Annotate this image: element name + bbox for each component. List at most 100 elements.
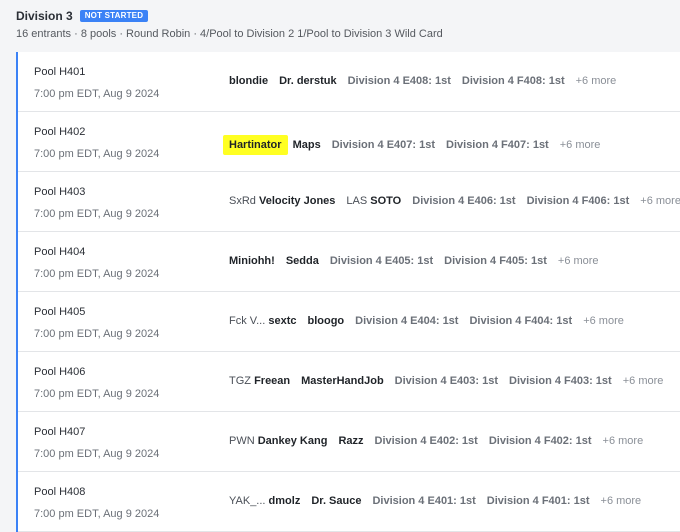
pool-entrants: blondie Dr. derstuk Division 4 E408: 1st Di… — [229, 75, 616, 87]
entrant[interactable]: Maps — [293, 139, 321, 151]
entrant-sponsor-prefix: Fck V... — [229, 315, 266, 327]
pool-name[interactable]: Pool H405 — [34, 306, 85, 318]
seed-placeholder: Division 4 F407: 1st — [446, 139, 549, 151]
entrant[interactable]: Hartinator — [223, 135, 288, 155]
entrant[interactable]: PWN Dankey Kang — [229, 435, 327, 447]
entrant[interactable]: Dr. Sauce — [311, 495, 361, 507]
entrant-name[interactable]: Miniohh! — [229, 255, 275, 267]
pool-name[interactable]: Pool H404 — [34, 246, 85, 258]
pool-name[interactable]: Pool H406 — [34, 366, 85, 378]
pool-start-time: 7:00 pm EDT, Aug 9 2024 — [34, 328, 160, 340]
entrant-sponsor-prefix: PWN — [229, 435, 255, 447]
seed-placeholder: Division 4 E403: 1st — [394, 375, 498, 387]
pool-row[interactable]: Pool H402 7:00 pm EDT, Aug 9 2024 Hartinat… — [18, 112, 680, 172]
seed-placeholder: Division 4 E407: 1st — [331, 139, 436, 151]
seed-placeholder: Division 4 F404: 1st — [469, 315, 573, 327]
status-badge: NOT STARTED — [79, 10, 149, 22]
more-entrants-link[interactable]: +6 more — [560, 139, 601, 151]
pool-name[interactable]: Pool H401 — [34, 66, 85, 78]
division-header: Division 3 NOT STARTED 16 entrants · 8 p… — [16, 8, 680, 41]
seed-placeholder: Division 4 F406: 1st — [526, 195, 630, 207]
more-entrants-link[interactable]: +6 more — [601, 495, 642, 507]
entrant[interactable]: MasterHandJob — [301, 375, 384, 387]
seed-placeholder: Division 4 F403: 1st — [509, 375, 612, 387]
entrant-name[interactable]: sextc — [268, 315, 296, 327]
pool-entrants: Miniohh! Sedda Division 4 E405: 1st Divisio… — [229, 255, 599, 267]
entrant-name[interactable]: Dankey Kang — [258, 435, 328, 447]
pool-row[interactable]: Pool H408 7:00 pm EDT, Aug 9 2024 YAK_... … — [18, 472, 680, 532]
entrant-name[interactable]: Sedda — [286, 255, 319, 267]
more-entrants-link[interactable]: +6 more — [583, 315, 624, 327]
pool-start-time: 7:00 pm EDT, Aug 9 2024 — [34, 268, 160, 280]
pool-start-time: 7:00 pm EDT, Aug 9 2024 — [34, 448, 160, 460]
entrant-name[interactable]: MasterHandJob — [301, 375, 384, 387]
pool-list: Pool H401 7:00 pm EDT, Aug 9 2024 blondie D… — [16, 52, 680, 532]
seed-placeholder: Division 4 F405: 1st — [444, 255, 547, 267]
pool-name[interactable]: Pool H402 — [34, 126, 85, 138]
seed-placeholder: Division 4 E405: 1st — [329, 255, 434, 267]
seed-placeholder: Division 4 E401: 1st — [372, 495, 476, 507]
seed-placeholder: Division 4 F401: 1st — [486, 495, 590, 507]
entrant[interactable]: blondie — [229, 75, 268, 87]
entrant-name[interactable]: SOTO — [370, 195, 401, 207]
seed-placeholder: Division 4 F408: 1st — [461, 75, 565, 87]
division-summary: 16 entrants · 8 pools · Round Robin · 4/… — [16, 28, 443, 40]
pool-row[interactable]: Pool H401 7:00 pm EDT, Aug 9 2024 blondie D… — [18, 52, 680, 112]
seed-placeholder: Division 4 F402: 1st — [488, 435, 592, 447]
entrant-name[interactable]: Dr. derstuk — [279, 75, 336, 87]
entrant[interactable]: Dr. derstuk — [279, 75, 336, 87]
pool-row[interactable]: Pool H404 7:00 pm EDT, Aug 9 2024 Miniohh!… — [18, 232, 680, 292]
pool-entrants: YAK_... dmolz Dr. Sauce Division 4 E401: 1… — [229, 495, 641, 507]
entrant-sponsor-prefix: LAS — [346, 195, 368, 207]
entrant-name[interactable]: Maps — [293, 139, 321, 151]
pool-start-time: 7:00 pm EDT, Aug 9 2024 — [34, 88, 160, 100]
pool-name[interactable]: Pool H408 — [34, 486, 85, 498]
seed-placeholder: Division 4 E408: 1st — [347, 75, 451, 87]
entrant[interactable]: SxRd Velocity Jones — [229, 195, 335, 207]
pool-name[interactable]: Pool H403 — [34, 186, 85, 198]
entrant-name[interactable]: Velocity Jones — [259, 195, 335, 207]
pool-row[interactable]: Pool H406 7:00 pm EDT, Aug 9 2024 TGZ Free… — [18, 352, 680, 412]
entrant[interactable]: Sedda — [286, 255, 319, 267]
seed-placeholder: Division 4 E406: 1st — [412, 195, 516, 207]
entrant-name[interactable]: Freean — [254, 375, 290, 387]
entrant[interactable]: Razz — [338, 435, 363, 447]
more-entrants-link[interactable]: +6 more — [640, 195, 680, 207]
pool-start-time: 7:00 pm EDT, Aug 9 2024 — [34, 208, 160, 220]
pool-row[interactable]: Pool H403 7:00 pm EDT, Aug 9 2024 SxRd Vel… — [18, 172, 680, 232]
entrant[interactable]: TGZ Freean — [229, 375, 290, 387]
entrant[interactable]: LAS SOTO — [346, 195, 401, 207]
pool-entrants: Fck V... sextc bloogo Division 4 E404: 1st… — [229, 315, 624, 327]
entrant-name[interactable]: Razz — [338, 435, 363, 447]
more-entrants-link[interactable]: +6 more — [623, 375, 664, 387]
entrant[interactable]: YAK_... dmolz — [229, 495, 300, 507]
entrant-sponsor-prefix: YAK_... — [229, 495, 266, 507]
pool-start-time: 7:00 pm EDT, Aug 9 2024 — [34, 388, 160, 400]
entrant[interactable]: Miniohh! — [229, 255, 275, 267]
pool-entrants: SxRd Velocity Jones LAS SOTO Division 4 E4… — [229, 195, 680, 207]
division-title-row: Division 3 NOT STARTED — [16, 8, 680, 24]
entrant-name[interactable]: bloogo — [307, 315, 344, 327]
pool-start-time: 7:00 pm EDT, Aug 9 2024 — [34, 508, 160, 520]
pool-entrants: TGZ Freean MasterHandJob Division 4 E403: … — [229, 375, 663, 387]
pool-start-time: 7:00 pm EDT, Aug 9 2024 — [34, 148, 160, 160]
more-entrants-link[interactable]: +6 more — [558, 255, 599, 267]
seed-placeholder: Division 4 E404: 1st — [355, 315, 459, 327]
division-title: Division 3 — [16, 9, 73, 23]
entrant-name[interactable]: Dr. Sauce — [311, 495, 361, 507]
entrant-sponsor-prefix: TGZ — [229, 375, 251, 387]
seed-placeholder: Division 4 E402: 1st — [374, 435, 478, 447]
pool-entrants: Hartinator Maps Division 4 E407: 1st Divisi… — [223, 135, 601, 155]
entrant-sponsor-prefix: SxRd — [229, 195, 256, 207]
entrant-name[interactable]: Hartinator — [229, 139, 282, 151]
entrant[interactable]: Fck V... sextc — [229, 315, 296, 327]
pool-row[interactable]: Pool H407 7:00 pm EDT, Aug 9 2024 PWN Dank… — [18, 412, 680, 472]
entrant-name[interactable]: dmolz — [269, 495, 301, 507]
pool-row[interactable]: Pool H405 7:00 pm EDT, Aug 9 2024 Fck V...… — [18, 292, 680, 352]
pool-entrants: PWN Dankey Kang Razz Division 4 E402: 1st D… — [229, 435, 643, 447]
more-entrants-link[interactable]: +6 more — [603, 435, 644, 447]
entrant-name[interactable]: blondie — [229, 75, 268, 87]
entrant[interactable]: bloogo — [307, 315, 344, 327]
more-entrants-link[interactable]: +6 more — [576, 75, 617, 87]
pool-name[interactable]: Pool H407 — [34, 426, 85, 438]
